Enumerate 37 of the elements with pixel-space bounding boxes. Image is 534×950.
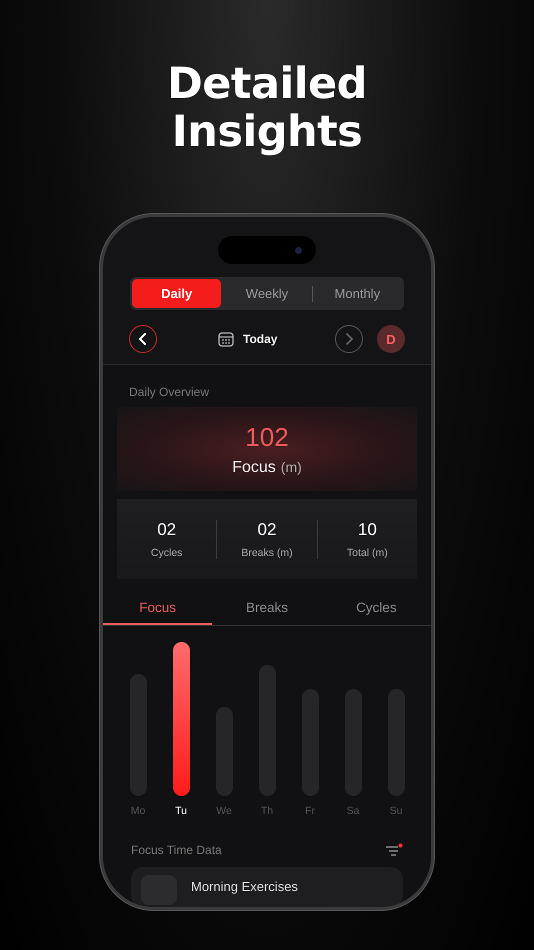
period-tab[interactable]: Monthly <box>312 279 402 308</box>
day-label: Fr <box>305 805 315 817</box>
item-thumbnail <box>141 875 177 905</box>
headline: Detailed Insights <box>166 60 368 156</box>
previous-button[interactable] <box>129 325 157 353</box>
next-button[interactable] <box>335 325 363 353</box>
stat-value: 10 <box>358 520 377 540</box>
stat-label: Breaks (m) <box>241 546 293 558</box>
stat-value: 02 <box>157 520 176 540</box>
metric-tab[interactable]: Cycles <box>322 591 431 625</box>
stat-label: Total (m) <box>346 546 388 558</box>
section-title: Daily Overview <box>129 385 210 399</box>
section-title: Focus Time Data <box>131 843 222 857</box>
calendar-icon <box>218 331 234 347</box>
day-label: Su <box>390 805 402 817</box>
item-title: Morning Exercises <box>191 879 298 894</box>
metric-tab[interactable]: Breaks <box>212 591 322 625</box>
period-tab[interactable]: Weekly <box>222 279 312 308</box>
date-label: Today <box>243 332 278 346</box>
day-label: Tu <box>175 805 187 817</box>
day-label: We <box>216 805 232 817</box>
day-label: Th <box>260 805 274 817</box>
stat-value: 02 <box>258 520 276 540</box>
avatar[interactable]: D <box>377 325 405 353</box>
day-bar[interactable] <box>172 642 190 796</box>
metric-tab[interactable]: Focus <box>103 591 212 625</box>
focus-unit: (m) <box>280 458 302 474</box>
list-item[interactable]: Morning Exercises <box>131 867 403 907</box>
day-label: Mo <box>130 805 146 817</box>
stat-label: Cycles <box>150 546 182 558</box>
focus-label: Focus <box>232 458 276 476</box>
filter-icon[interactable] <box>385 843 403 857</box>
focus-value: 102 <box>245 422 289 452</box>
chevron-right-icon <box>344 333 354 345</box>
day-label: Sa <box>346 805 360 817</box>
period-tab[interactable]: Daily <box>132 279 222 308</box>
chevron-left-icon <box>138 333 148 345</box>
